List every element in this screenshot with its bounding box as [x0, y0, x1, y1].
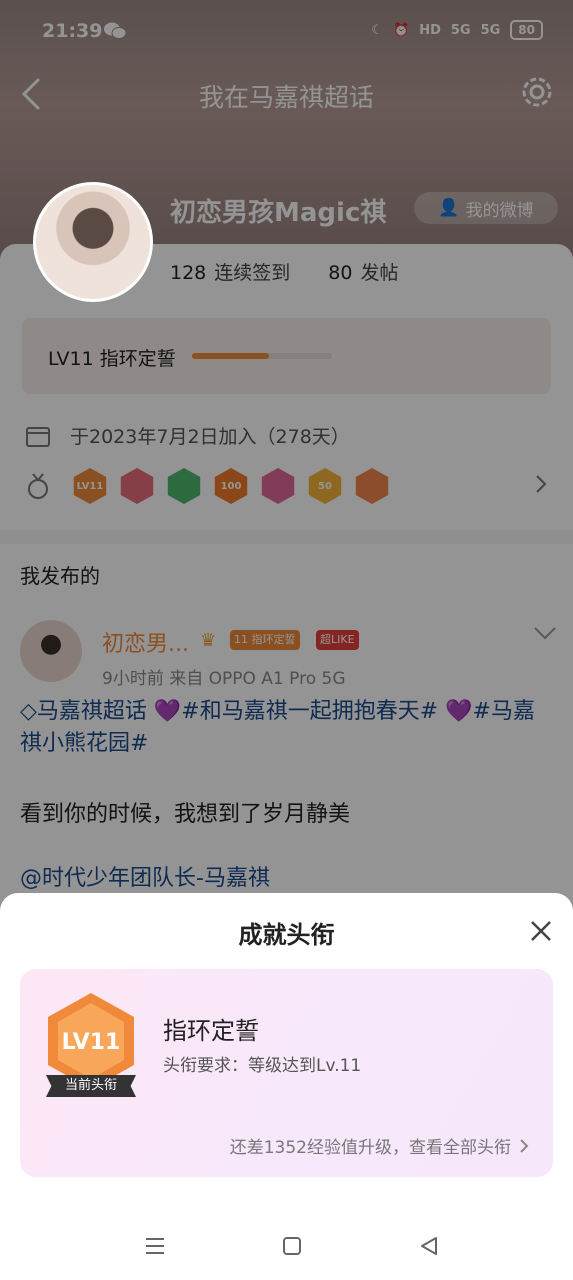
current-title-card: LV11 当前头衔 指环定誓 头衔要求：等级达到Lv.11 还差1352经验值升… [20, 969, 553, 1177]
view-all-titles-link[interactable]: 还差1352经验值升级，查看全部头衔 [230, 1133, 529, 1158]
title-requirement: 头衔要求：等级达到Lv.11 [163, 1056, 362, 1076]
badge-level-text: LV11 [62, 1030, 121, 1055]
title-name: 指环定誓 [163, 1017, 259, 1045]
achievement-title-sheet: 成就头衔 LV11 当前头衔 指环定誓 头衔要求：等级达到Lv.11 还差135… [0, 893, 573, 1280]
profile-avatar[interactable] [33, 182, 153, 302]
current-title-ribbon: 当前头衔 [46, 1075, 136, 1097]
close-icon[interactable] [529, 919, 553, 943]
back-triangle-icon[interactable] [417, 1234, 441, 1258]
chevron-right-icon [520, 1138, 529, 1153]
sheet-title: 成就头衔 [238, 921, 335, 949]
menu-icon[interactable] [143, 1234, 167, 1258]
view-all-titles-label: 还差1352经验值升级，查看全部头衔 [229, 1138, 511, 1158]
home-icon[interactable] [280, 1234, 304, 1258]
system-nav-bar [0, 1214, 573, 1280]
